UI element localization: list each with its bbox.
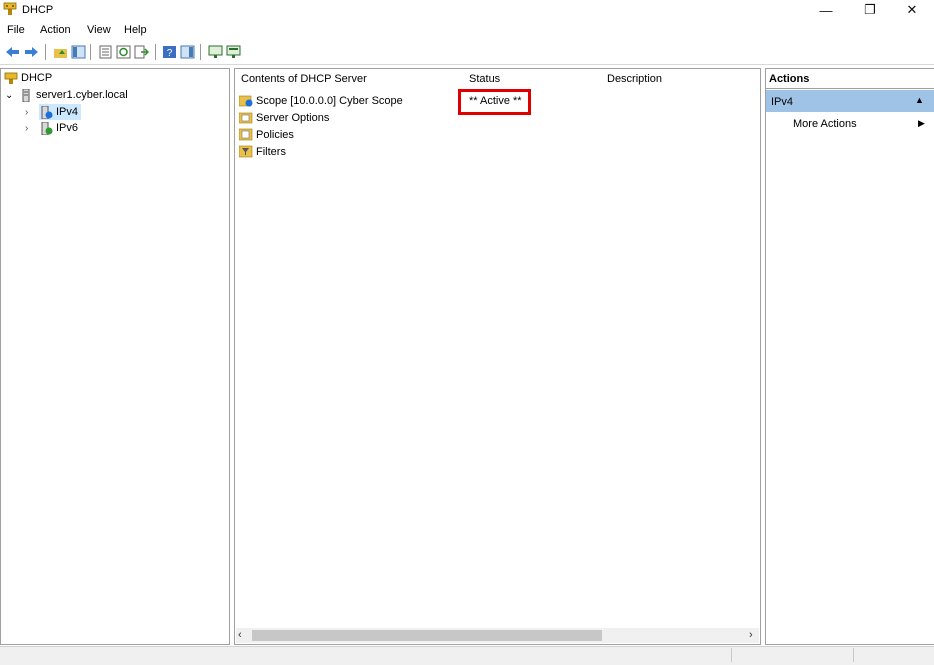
properties-icon[interactable] [98,45,113,59]
more-actions-link[interactable]: More Actions [793,118,857,130]
toolbar-separator [155,44,156,60]
actions-pane [765,68,934,645]
list-item-server-options[interactable]: Server Options [239,109,329,126]
collapsed-chevron-icon[interactable]: › [25,123,39,134]
highlight-box [458,89,531,115]
menu-help[interactable]: Help [124,24,147,36]
help-icon[interactable]: ? [162,45,177,59]
scroll-left-icon[interactable]: ‹ [238,629,242,641]
status-separator [853,648,854,662]
toolbar-separator [45,44,46,60]
restore-button[interactable]: ❐ [850,0,890,20]
refresh-icon[interactable] [116,45,131,59]
scrollbar-thumb[interactable] [252,630,602,641]
policies-icon [239,128,253,141]
ipv4-icon [41,105,53,119]
tree-item-ipv4[interactable]: › IPv4 [25,104,82,120]
actions-header: Actions [769,73,810,85]
expanded-chevron-icon[interactable]: ⌄ [5,90,19,101]
scroll-right-icon[interactable]: › [749,629,753,641]
tree-item-server[interactable]: ⌄ server1.cyber.local [5,87,128,103]
scope-folder-icon [239,95,253,107]
tree-label-server: server1.cyber.local [36,89,128,101]
tree-item-dhcp[interactable]: DHCP [4,70,52,86]
svg-text:?: ? [167,48,173,59]
submenu-arrow-icon[interactable]: ▶ [918,118,925,129]
list-item-label: Server Options [256,111,330,124]
toolbar-separator [200,44,201,60]
collapsed-chevron-icon[interactable]: › [25,107,39,118]
results-list-pane [234,68,761,645]
column-header-description[interactable]: Description [607,73,662,85]
close-button[interactable]: ✕ [892,0,932,20]
console-tree-pane [0,68,230,645]
ipv6-icon [41,121,53,135]
export-list-icon[interactable] [134,45,149,59]
toolbar-separator [90,44,91,60]
column-header-contents[interactable]: Contents of DHCP Server [241,73,367,85]
status-bar [0,646,934,665]
menu-file[interactable]: File [7,24,25,36]
dhcp-app-icon [3,2,17,15]
server-monitor-icon[interactable] [208,45,223,59]
column-header-status[interactable]: Status [469,73,500,85]
list-item-label: Scope [10.0.0.0] Cyber Scope [256,94,403,107]
title-bar [0,0,934,20]
collapse-up-icon[interactable]: ▲ [915,95,924,105]
back-arrow-icon[interactable] [5,45,20,59]
tree-label-ipv4: IPv4 [56,106,79,118]
list-item-policies[interactable]: Policies [239,126,294,143]
window-title: DHCP [22,4,54,16]
minimize-button[interactable]: — [806,0,846,20]
server-network-icon[interactable] [226,45,241,59]
server-icon [22,88,30,102]
tree-label-dhcp: DHCP [21,72,53,84]
list-item-label: Filters [256,145,286,158]
forward-arrow-icon[interactable] [24,45,39,59]
dhcp-tree-icon [4,72,18,84]
actions-section-label: IPv4 [771,96,794,108]
tree-label-ipv6: IPv6 [56,122,79,134]
menu-action[interactable]: Action [40,24,71,36]
filters-icon [239,145,253,158]
menu-view[interactable]: View [87,24,111,36]
show-hide-tree-icon[interactable] [71,45,86,59]
show-action-pane-icon[interactable] [180,45,195,59]
list-item-label: Policies [256,128,294,141]
server-options-icon [239,112,253,124]
tree-item-ipv6[interactable]: › IPv6 [25,120,78,136]
status-separator [731,648,732,662]
list-item-filters[interactable]: Filters [239,143,286,160]
list-item-scope[interactable]: Scope [10.0.0.0] Cyber Scope [239,92,403,109]
tree-item-ipv4-selection: IPv4 [39,104,82,120]
up-folder-icon[interactable] [53,45,68,59]
